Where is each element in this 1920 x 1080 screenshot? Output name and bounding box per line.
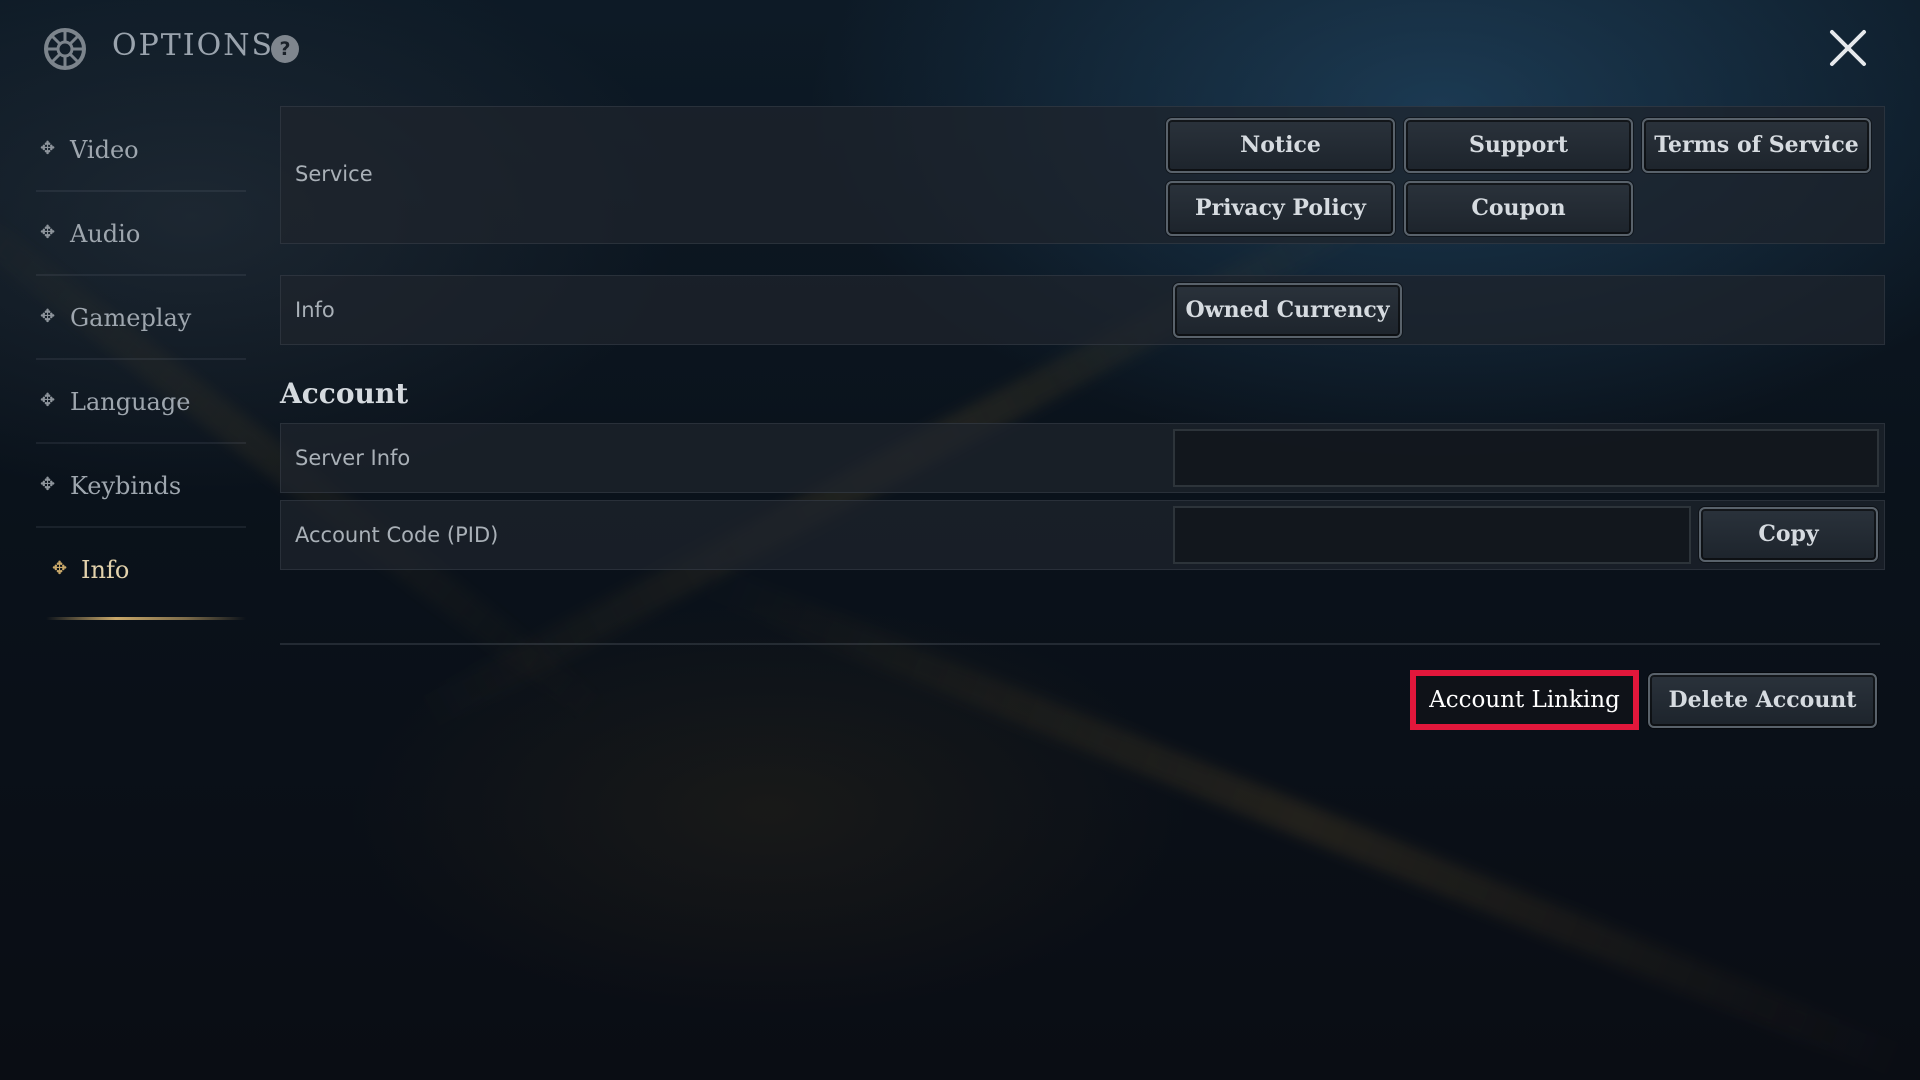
service-label: Service [295, 162, 373, 186]
server-info-row: Server Info [280, 423, 1885, 493]
delete-account-button[interactable]: Delete Account [1648, 673, 1877, 728]
account-section-title: Account [280, 377, 409, 410]
background-streak [693, 561, 1912, 1080]
sidebar-item-label: Gameplay [70, 304, 192, 332]
diamond-icon: ✥ [40, 222, 56, 243]
diamond-icon: ✥ [52, 558, 68, 579]
options-header: OPTIONS ? [0, 0, 1920, 100]
copy-button[interactable]: Copy [1699, 507, 1878, 562]
info-row: Info Owned Currency [280, 275, 1885, 345]
server-info-label: Server Info [295, 446, 411, 470]
support-button[interactable]: Support [1404, 118, 1633, 173]
page-title: OPTIONS [112, 28, 275, 63]
account-code-row: Account Code (PID) Copy [280, 500, 1885, 570]
account-code-label: Account Code (PID) [295, 523, 499, 547]
account-linking-button[interactable]: Account Linking [1410, 670, 1639, 730]
gear-icon [44, 28, 86, 70]
section-divider [280, 643, 1880, 645]
account-code-field [1173, 506, 1691, 564]
sidebar-item-gameplay[interactable]: ✥ Gameplay [36, 276, 246, 360]
help-icon[interactable]: ? [271, 35, 299, 63]
diamond-icon: ✥ [40, 306, 56, 327]
diamond-icon: ✥ [40, 138, 56, 159]
privacy-policy-button[interactable]: Privacy Policy [1166, 181, 1395, 236]
sidebar-item-info[interactable]: ✥ Info [36, 528, 246, 620]
sidebar-item-language[interactable]: ✥ Language [36, 360, 246, 444]
diamond-icon: ✥ [40, 390, 56, 411]
sidebar-item-video[interactable]: ✥ Video [36, 108, 246, 192]
server-info-field [1173, 429, 1879, 487]
sidebar-item-label: Video [70, 136, 139, 164]
owned-currency-button[interactable]: Owned Currency [1173, 283, 1402, 338]
notice-button[interactable]: Notice [1166, 118, 1395, 173]
sidebar-item-label: Language [70, 388, 191, 416]
sidebar-item-audio[interactable]: ✥ Audio [36, 192, 246, 276]
diamond-icon: ✥ [40, 474, 56, 495]
sidebar-item-label: Keybinds [70, 472, 182, 500]
terms-of-service-button[interactable]: Terms of Service [1642, 118, 1871, 173]
close-icon[interactable] [1826, 26, 1870, 70]
info-label: Info [295, 298, 335, 322]
sidebar-item-label: Info [81, 556, 130, 584]
coupon-button[interactable]: Coupon [1404, 181, 1633, 236]
sidebar-item-keybinds[interactable]: ✥ Keybinds [36, 444, 246, 528]
sidebar-item-label: Audio [70, 220, 141, 248]
options-sidebar: ✥ Video ✥ Audio ✥ Gameplay ✥ Language ✥ … [36, 108, 246, 620]
service-row: Service Notice Support Terms of Service … [280, 106, 1885, 244]
